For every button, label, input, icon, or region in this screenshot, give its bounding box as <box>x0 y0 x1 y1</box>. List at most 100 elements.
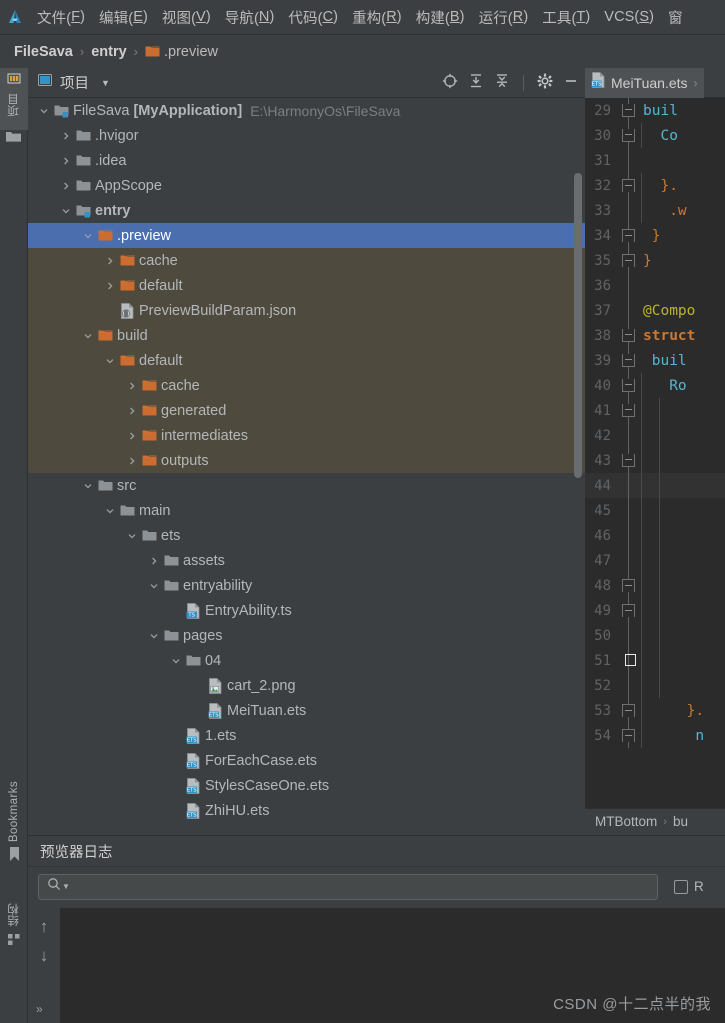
code-line[interactable]: 46 <box>585 523 725 548</box>
fold-gutter[interactable] <box>615 148 643 173</box>
fold-down-icon[interactable] <box>622 129 635 142</box>
scroll-up-icon[interactable]: ↑ <box>40 918 49 935</box>
sidebar-item-project[interactable]: 项目 <box>0 68 28 130</box>
chevron-down-icon[interactable] <box>58 206 74 216</box>
fold-gutter[interactable] <box>615 173 643 198</box>
menu-item-7[interactable]: 运行(R) <box>472 0 536 35</box>
sidebar-item-structure[interactable]: 结构 <box>0 903 28 979</box>
tree-row[interactable]: entryability <box>28 573 585 598</box>
chevron-down-icon[interactable] <box>102 506 118 516</box>
project-tree-scrollbar[interactable] <box>574 173 582 478</box>
expand-all-icon[interactable] <box>468 73 484 94</box>
code-line[interactable]: 31 <box>585 148 725 173</box>
editor-tab-meituan[interactable]: ETS MeiTuan.ets › <box>585 67 704 98</box>
log-filter-checkbox[interactable] <box>674 879 688 894</box>
menu-item-4[interactable]: 代码(C) <box>281 0 345 35</box>
fold-up-icon[interactable] <box>622 579 635 592</box>
code-line[interactable]: 49 <box>585 598 725 623</box>
chevron-right-icon[interactable] <box>146 556 162 566</box>
code-line[interactable]: 38 struct <box>585 323 725 348</box>
fold-down-icon[interactable] <box>622 404 635 417</box>
code-line[interactable]: 50 <box>585 623 725 648</box>
fold-gutter[interactable] <box>615 498 643 523</box>
code-line[interactable]: 53 }. <box>585 698 725 723</box>
fold-gutter[interactable] <box>615 473 643 498</box>
chevron-right-icon[interactable]: › <box>694 76 698 90</box>
code-line[interactable]: 32 }. <box>585 173 725 198</box>
project-tree[interactable]: FileSava [MyApplication] E:\HarmonyOs\Fil… <box>28 98 585 830</box>
code-line[interactable]: 42 <box>585 423 725 448</box>
editor-code-area[interactable]: 29 buil 30 Co 31 32 }. 33 .w 34 } 35} 36 37 @Compo… <box>585 98 725 800</box>
breadcrumb-segment-2[interactable]: .preview <box>145 44 218 60</box>
chevron-right-icon[interactable] <box>102 281 118 291</box>
fold-gutter[interactable] <box>615 548 643 573</box>
chevron-down-icon[interactable] <box>36 106 52 116</box>
tree-row[interactable]: TS EntryAbility.ts <box>28 598 585 623</box>
fold-down-icon[interactable] <box>622 379 635 392</box>
tree-row[interactable]: FileSava [MyApplication] E:\HarmonyOs\Fil… <box>28 98 585 123</box>
code-line[interactable]: 51 <box>585 648 725 673</box>
code-line[interactable]: 48 <box>585 573 725 598</box>
code-line[interactable]: 47 <box>585 548 725 573</box>
chevron-right-icon[interactable] <box>58 181 74 191</box>
tree-row[interactable]: ETS ZhiHU.ets <box>28 798 585 823</box>
tree-row[interactable]: intermediates <box>28 423 585 448</box>
tree-row[interactable]: cart_2.png <box>28 673 585 698</box>
code-line[interactable]: 52 <box>585 673 725 698</box>
fold-up-icon[interactable] <box>622 729 635 742</box>
chevron-right-icon[interactable] <box>58 131 74 141</box>
code-line[interactable]: 30 Co <box>585 123 725 148</box>
editor-breadcrumb-segment-1[interactable]: bu <box>673 814 688 829</box>
chevron-right-icon[interactable] <box>102 256 118 266</box>
chevron-right-icon[interactable] <box>124 456 140 466</box>
tree-row[interactable]: PreviewBuildParam.json <box>28 298 585 323</box>
fold-gutter[interactable] <box>615 398 643 423</box>
fold-up-icon[interactable] <box>622 704 635 717</box>
fold-gutter[interactable] <box>615 323 643 348</box>
tree-row[interactable]: .hvigor <box>28 123 585 148</box>
code-line[interactable]: 45 <box>585 498 725 523</box>
code-line[interactable]: 54 n <box>585 723 725 748</box>
code-line[interactable]: 44 <box>585 473 725 498</box>
chevron-down-icon[interactable] <box>80 331 96 341</box>
tree-row[interactable]: ETS 1.ets <box>28 723 585 748</box>
fold-gutter[interactable] <box>615 273 643 298</box>
tree-row[interactable]: main <box>28 498 585 523</box>
menu-item-8[interactable]: 工具(T) <box>535 0 597 35</box>
chevron-down-icon[interactable] <box>168 656 184 666</box>
fold-gutter[interactable] <box>615 623 643 648</box>
tree-row[interactable]: src <box>28 473 585 498</box>
fold-gutter[interactable] <box>615 698 643 723</box>
chevron-down-icon[interactable]: ▼ <box>101 78 110 88</box>
code-line[interactable]: 33 .w <box>585 198 725 223</box>
code-line[interactable]: 43 <box>585 448 725 473</box>
fold-gutter[interactable] <box>615 423 643 448</box>
editor-breadcrumb-segment-0[interactable]: MTBottom <box>595 814 657 829</box>
chevron-down-icon[interactable] <box>80 481 96 491</box>
chevron-right-icon[interactable] <box>58 156 74 166</box>
tree-row[interactable]: default <box>28 273 585 298</box>
tree-row[interactable]: build <box>28 323 585 348</box>
fold-gutter[interactable] <box>615 373 643 398</box>
code-line[interactable]: 36 <box>585 273 725 298</box>
fold-gutter[interactable] <box>615 98 643 123</box>
fold-gutter[interactable] <box>615 198 643 223</box>
fold-gutter[interactable] <box>615 298 643 323</box>
fold-gutter[interactable] <box>615 348 643 373</box>
fold-down-icon[interactable] <box>622 454 635 467</box>
code-line[interactable]: 41 <box>585 398 725 423</box>
fold-down-icon[interactable] <box>622 354 635 367</box>
menu-item-1[interactable]: 编辑(E) <box>92 0 155 35</box>
fold-gutter[interactable] <box>615 448 643 473</box>
code-line[interactable]: 37 @Compo <box>585 298 725 323</box>
select-opened-file-icon[interactable] <box>442 73 458 94</box>
chevron-down-icon[interactable] <box>80 231 96 241</box>
fold-gutter[interactable] <box>615 248 643 273</box>
fold-gutter[interactable] <box>615 598 643 623</box>
tree-row[interactable]: .idea <box>28 148 585 173</box>
settings-gear-icon[interactable] <box>537 73 553 94</box>
fold-gutter[interactable] <box>615 223 643 248</box>
tree-row[interactable]: ETS ForEachCase.ets <box>28 748 585 773</box>
tree-row[interactable]: outputs <box>28 448 585 473</box>
tree-row[interactable]: .preview <box>28 223 585 248</box>
